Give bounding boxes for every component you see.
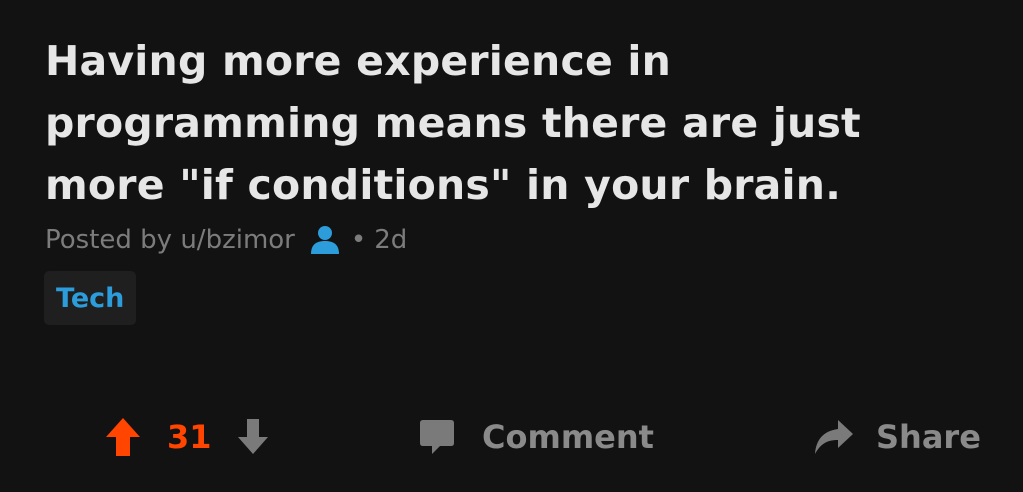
post-age: 2d [374,225,408,255]
upvote-arrow-icon[interactable] [105,417,141,457]
user-icon [309,224,341,256]
vote-score: 31 [167,418,212,456]
post-title[interactable]: Having more experience in programming me… [45,30,995,216]
comment-bubble-icon [418,418,456,456]
author-link[interactable]: u/bzimor [180,225,295,255]
share-arrow-icon [812,418,854,456]
share-label: Share [876,418,981,456]
downvote-arrow-icon[interactable] [236,417,270,457]
meta-separator: • [350,225,367,255]
flair-badge[interactable]: Tech [44,271,137,325]
comment-label: Comment [482,418,654,456]
post-meta: Posted by u/bzimor • 2d [45,220,407,260]
posted-by-label: Posted by [45,225,173,255]
posted-by-space [172,225,180,255]
share-button[interactable]: Share [812,405,981,469]
comment-button[interactable]: Comment [418,405,654,469]
vote-controls: 31 [105,405,270,469]
flair-label: Tech [56,282,125,314]
action-bar: 31 Comment Share [0,405,1023,469]
post-card: Having more experience in programming me… [0,0,1023,492]
